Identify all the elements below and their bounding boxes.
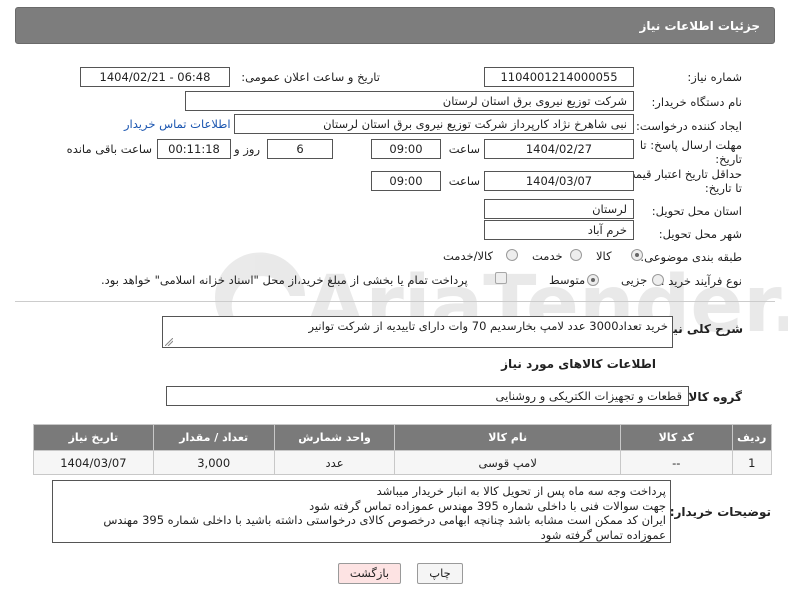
days-label: روز و bbox=[234, 142, 260, 156]
category-radio-service[interactable] bbox=[570, 249, 582, 261]
requester-field: نبی شاهرخ نژاد کارپرداز شرکت توزیع نیروی… bbox=[234, 114, 634, 134]
col-code: کد کالا bbox=[619, 424, 733, 451]
cell-unit: عدد bbox=[273, 450, 396, 475]
price-validity-date: 1404/03/07 bbox=[484, 171, 634, 191]
need-number-field: 1104001214000055 bbox=[484, 67, 634, 87]
price-validity-time-label: ساعت bbox=[448, 174, 480, 188]
category-label: طبقه بندی موضوعی: bbox=[640, 250, 742, 264]
purchase-radio-partial[interactable] bbox=[652, 274, 664, 286]
category-option-goods: کالا bbox=[596, 249, 612, 263]
col-name: نام کالا bbox=[394, 424, 621, 451]
table-row: 1 -- لامپ قوسی عدد 3,000 1404/03/07 bbox=[33, 450, 772, 475]
cell-date: 1404/03/07 bbox=[33, 450, 154, 475]
purchase-option-medium: متوسط bbox=[549, 273, 586, 287]
goods-group-field: قطعات و تجهیزات الکتریکی و روشنایی bbox=[166, 386, 689, 406]
goods-table: ردیف کد کالا نام کالا واحد شمارش تعداد /… bbox=[33, 424, 772, 475]
reply-deadline-time-label: ساعت bbox=[448, 142, 480, 156]
treasury-checkbox[interactable] bbox=[495, 272, 507, 284]
description-text: خرید تعداد3000 عدد لامپ بخارسدیم 70 وات … bbox=[308, 319, 668, 333]
cell-qty: 3,000 bbox=[152, 450, 275, 475]
delivery-city-label: شهر محل تحویل: bbox=[658, 227, 742, 241]
purchase-option-partial: جزیی bbox=[621, 273, 648, 287]
description-textarea: خرید تعداد3000 عدد لامپ بخارسدیم 70 وات … bbox=[162, 316, 673, 348]
delivery-province-label: استان محل تحویل: bbox=[651, 204, 742, 218]
price-validity-label-line1: حداقل تاریخ اعتبار قیمت: bbox=[620, 167, 742, 181]
delivery-province-field: لرستان bbox=[484, 199, 634, 219]
goods-table-header: ردیف کد کالا نام کالا واحد شمارش تعداد /… bbox=[33, 424, 772, 451]
delivery-city-field: خرم آباد bbox=[484, 220, 634, 240]
reply-deadline-date: 1404/02/27 bbox=[484, 139, 634, 159]
requester-label: ایجاد کننده درخواست: bbox=[636, 119, 742, 133]
reply-deadline-time: 09:00 bbox=[371, 139, 441, 159]
cell-code: -- bbox=[619, 450, 733, 475]
reply-deadline-label-line2: تاریخ: bbox=[715, 152, 742, 166]
buyer-notes-textarea: پرداخت وجه سه ماه پس از تحویل کالا به ان… bbox=[52, 480, 671, 543]
cell-row: 1 bbox=[731, 450, 772, 475]
category-radio-both[interactable] bbox=[506, 249, 518, 261]
print-button[interactable]: چاپ bbox=[417, 563, 463, 584]
form-separator bbox=[15, 301, 775, 302]
goods-group-label: گروه کالا: bbox=[683, 390, 742, 404]
panel-header: جزئیات اطلاعات نیاز bbox=[15, 7, 775, 44]
announce-datetime-field: 1404/02/21 - 06:48 bbox=[80, 67, 230, 87]
col-qty: تعداد / مقدار bbox=[152, 424, 275, 451]
category-option-both: کالا/خدمت bbox=[443, 249, 494, 263]
page-title: جزئیات اطلاعات نیاز bbox=[639, 19, 760, 33]
buyer-notes-line: عموزاده تماس گرفته شود bbox=[540, 527, 666, 542]
remaining-time: 00:11:18 bbox=[157, 139, 231, 159]
goods-section-title: اطلاعات کالاهای مورد نیاز bbox=[501, 357, 656, 371]
buyer-notes-line: پرداخت وجه سه ماه پس از تحویل کالا به ان… bbox=[376, 484, 666, 498]
remaining-label: ساعت باقی مانده bbox=[66, 142, 152, 156]
back-button[interactable]: بازگشت bbox=[338, 563, 401, 584]
buyer-notes-label: توضیحات خریدار: bbox=[669, 505, 771, 519]
purchase-radio-medium[interactable] bbox=[587, 274, 599, 286]
price-validity-label-line2: تا تاریخ: bbox=[704, 181, 742, 195]
buyer-org-label: نام دستگاه خریدار: bbox=[651, 95, 742, 109]
buyer-org-field: شرکت توزیع نیروی برق استان لرستان bbox=[185, 91, 634, 111]
buyer-notes-line: ایران کد ممکن است مشابه باشد چنانچه ابها… bbox=[103, 513, 666, 527]
resize-handle-icon[interactable] bbox=[165, 338, 173, 346]
reply-deadline-label-line1: مهلت ارسال پاسخ: تا bbox=[639, 138, 742, 152]
col-unit: واحد شمارش bbox=[273, 424, 396, 451]
need-number-label: شماره نیاز: bbox=[687, 70, 742, 84]
announce-datetime-label: تاریخ و ساعت اعلان عمومی: bbox=[241, 70, 380, 84]
purchase-type-label: نوع فرآیند خرید : bbox=[660, 274, 742, 288]
buyer-contact-link[interactable]: اطلاعات تماس خریدار bbox=[124, 117, 231, 131]
cell-name: لامپ قوسی bbox=[394, 450, 621, 475]
price-validity-time: 09:00 bbox=[371, 171, 441, 191]
reply-deadline-days: 6 bbox=[267, 139, 333, 159]
col-row: ردیف bbox=[731, 424, 772, 451]
col-date: تاریخ نیاز bbox=[33, 424, 154, 451]
buyer-notes-line: جهت سوالات فنی با داخلی شماره 395 مهندس … bbox=[309, 498, 666, 513]
category-radio-goods[interactable] bbox=[631, 249, 643, 261]
treasury-note: پرداخت تمام یا بخشی از مبلغ خرید،از محل … bbox=[101, 273, 468, 287]
category-option-service: خدمت bbox=[532, 249, 563, 263]
